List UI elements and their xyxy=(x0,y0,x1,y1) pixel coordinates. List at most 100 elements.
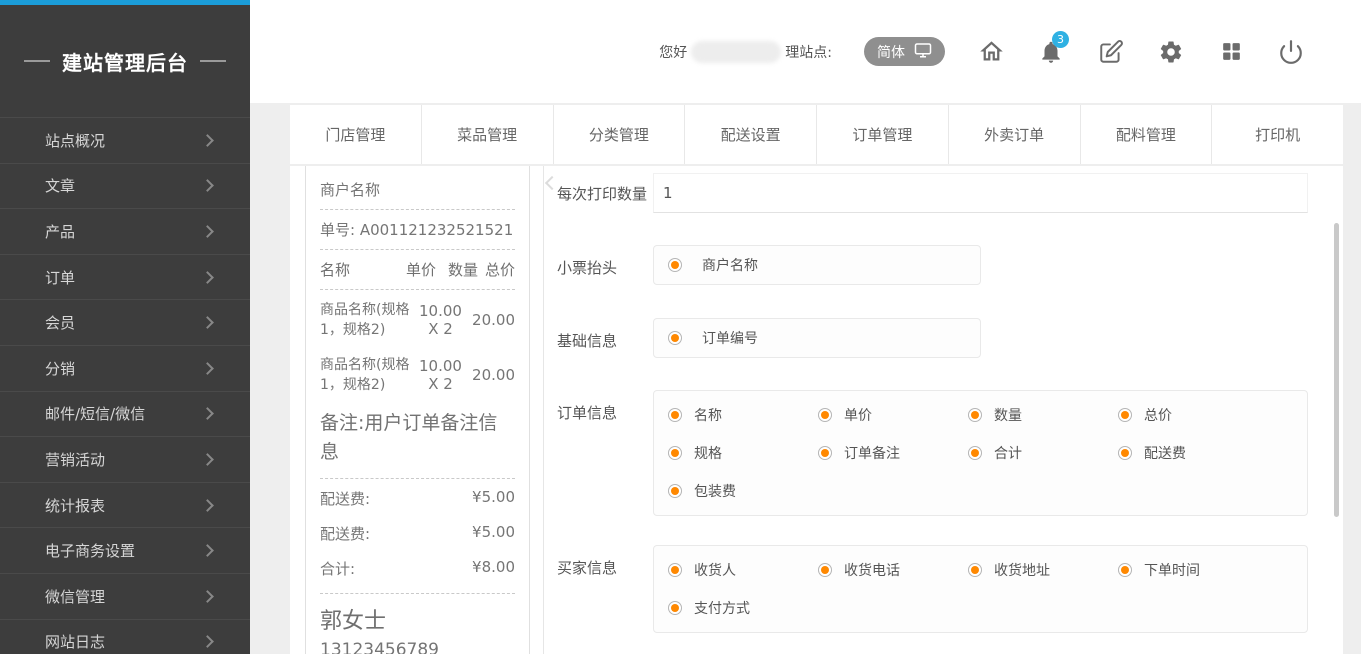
radio-selected-icon[interactable] xyxy=(818,446,832,460)
radio-selected-icon[interactable] xyxy=(668,408,682,422)
radio-option[interactable]: 商户名称 xyxy=(668,255,818,275)
power-logout-icon[interactable] xyxy=(1277,38,1305,66)
radio-option[interactable]: 配送费 xyxy=(1118,443,1268,463)
tab[interactable]: 门店管理 xyxy=(290,105,421,164)
radio-selected-icon[interactable] xyxy=(818,563,832,577)
radio-option[interactable]: 收货电话 xyxy=(818,560,968,580)
receipt-fee-row: 配送费: ¥5.00 xyxy=(320,523,515,544)
printer-settings-panel: 商户名称 单号: A001121232521521 名称 单价 数量 总价 商品… xyxy=(290,166,1343,654)
sidebar-item[interactable]: 产品 xyxy=(0,208,250,254)
sidebar-item[interactable]: 微信管理 xyxy=(0,573,250,619)
radio-selected-icon[interactable] xyxy=(968,446,982,460)
section-options-box: 名称 单价 数量 总价 规格 订单备注 合计 配送费 包装费 xyxy=(653,390,1308,516)
sidebar-item[interactable]: 统计报表 xyxy=(0,482,250,528)
settings-sections: 小票抬头 商户名称 基础信息 订单编号 订单信息 名称 单价 数量 总价 规格 xyxy=(557,245,1308,633)
sidebar-item[interactable]: 电子商务设置 xyxy=(0,527,250,573)
settings-section-row: 买家信息 收货人 收货电话 收货地址 下单时间 支付方式 xyxy=(557,545,1308,633)
sidebar-item[interactable]: 营销活动 xyxy=(0,436,250,482)
radio-option-label: 数量 xyxy=(994,405,1022,425)
tab[interactable]: 分类管理 xyxy=(553,105,685,164)
radio-option-label: 收货地址 xyxy=(994,560,1050,580)
chevron-right-icon xyxy=(201,453,214,466)
radio-selected-icon[interactable] xyxy=(818,408,832,422)
tab[interactable]: 打印机 xyxy=(1211,105,1343,164)
receipt-note: 备注:用户订单备注信息 xyxy=(320,409,515,466)
divider xyxy=(320,249,515,250)
options-row: 支付方式 xyxy=(668,589,1307,627)
tab[interactable]: 配送设置 xyxy=(684,105,816,164)
radio-option[interactable]: 规格 xyxy=(668,443,818,463)
apps-grid-icon[interactable] xyxy=(1217,38,1245,66)
radio-option-label: 收货人 xyxy=(694,560,736,580)
receipt-merchant-name: 商户名称 xyxy=(320,179,515,200)
section-label: 小票抬头 xyxy=(557,245,653,285)
monitor-icon xyxy=(914,41,932,62)
radio-option[interactable]: 包装费 xyxy=(668,481,818,501)
sidebar-item[interactable]: 会员 xyxy=(0,299,250,345)
radio-selected-icon[interactable] xyxy=(1118,446,1132,460)
radio-selected-icon[interactable] xyxy=(668,446,682,460)
tab[interactable]: 订单管理 xyxy=(816,105,948,164)
print-count-row: 每次打印数量 xyxy=(557,173,1308,213)
sidebar-item[interactable]: 邮件/短信/微信 xyxy=(0,391,250,437)
radio-option-label: 包装费 xyxy=(694,481,736,501)
sidebar-item-label: 文章 xyxy=(45,175,203,196)
sidebar-item[interactable]: 文章 xyxy=(0,163,250,209)
radio-selected-icon[interactable] xyxy=(968,408,982,422)
radio-option[interactable]: 收货人 xyxy=(668,560,818,580)
topbar: 您好 理站点: 简体 3 xyxy=(250,0,1361,103)
chevron-right-icon xyxy=(201,590,214,603)
tab-label: 菜品管理 xyxy=(457,124,517,145)
settings-gear-icon[interactable] xyxy=(1157,38,1185,66)
item-name: 商品名称(规格1，规格2) xyxy=(320,355,412,396)
fee-value: ¥5.00 xyxy=(472,488,515,509)
radio-option[interactable]: 支付方式 xyxy=(668,598,818,618)
radio-option[interactable]: 收货地址 xyxy=(968,560,1118,580)
vertical-scrollbar[interactable] xyxy=(1334,223,1339,517)
notification-count-badge: 3 xyxy=(1052,31,1069,48)
radio-option[interactable]: 下单时间 xyxy=(1118,560,1268,580)
edit-compose-icon[interactable] xyxy=(1097,38,1125,66)
print-count-input[interactable] xyxy=(653,173,1308,213)
sidebar-item[interactable]: 分销 xyxy=(0,345,250,391)
sidebar-item[interactable]: 网站日志 xyxy=(0,619,250,654)
sidebar-item-label: 产品 xyxy=(45,221,203,242)
radio-option[interactable]: 总价 xyxy=(1118,405,1268,425)
sidebar-item-label: 营销活动 xyxy=(45,449,203,470)
radio-option[interactable]: 数量 xyxy=(968,405,1118,425)
radio-selected-icon[interactable] xyxy=(668,331,682,345)
radio-selected-icon[interactable] xyxy=(668,258,682,272)
sidebar-item[interactable]: 站点概况 xyxy=(0,117,250,163)
radio-selected-icon[interactable] xyxy=(1118,563,1132,577)
radio-selected-icon[interactable] xyxy=(968,563,982,577)
radio-option[interactable]: 合计 xyxy=(968,443,1118,463)
radio-selected-icon[interactable] xyxy=(1118,408,1132,422)
greeting: 您好 理站点: xyxy=(659,41,832,63)
notifications-bell-icon[interactable]: 3 xyxy=(1037,38,1065,66)
settings-section-row: 小票抬头 商户名称 xyxy=(557,245,1308,285)
content-area: 门店管理 菜品管理 分类管理 配送设置 订单管理 外卖订单 配料管理 打印机 商… xyxy=(250,103,1361,654)
tab[interactable]: 外卖订单 xyxy=(948,105,1080,164)
fee-label: 配送费: xyxy=(320,523,370,544)
language-button[interactable]: 简体 xyxy=(864,37,945,66)
radio-option[interactable]: 名称 xyxy=(668,405,818,425)
app-title: 建站管理后台 xyxy=(0,5,250,117)
radio-selected-icon[interactable] xyxy=(668,563,682,577)
home-icon[interactable] xyxy=(977,38,1005,66)
tab-label: 分类管理 xyxy=(589,124,649,145)
chevron-right-icon xyxy=(201,635,214,648)
tab[interactable]: 配料管理 xyxy=(1080,105,1212,164)
buyer-phone: 13123456789 xyxy=(320,640,515,654)
col-name: 名称 xyxy=(320,259,400,280)
radio-selected-icon[interactable] xyxy=(668,601,682,615)
chevron-right-icon xyxy=(201,134,214,147)
tab[interactable]: 菜品管理 xyxy=(421,105,553,164)
fee-label: 配送费: xyxy=(320,488,370,509)
radio-option[interactable]: 订单编号 xyxy=(668,328,818,348)
radio-option-label: 配送费 xyxy=(1144,443,1186,463)
radio-option[interactable]: 单价 xyxy=(818,405,968,425)
tab-bar: 门店管理 菜品管理 分类管理 配送设置 订单管理 外卖订单 配料管理 打印机 xyxy=(290,105,1343,164)
radio-option[interactable]: 订单备注 xyxy=(818,443,968,463)
sidebar-item[interactable]: 订单 xyxy=(0,254,250,300)
radio-selected-icon[interactable] xyxy=(668,484,682,498)
